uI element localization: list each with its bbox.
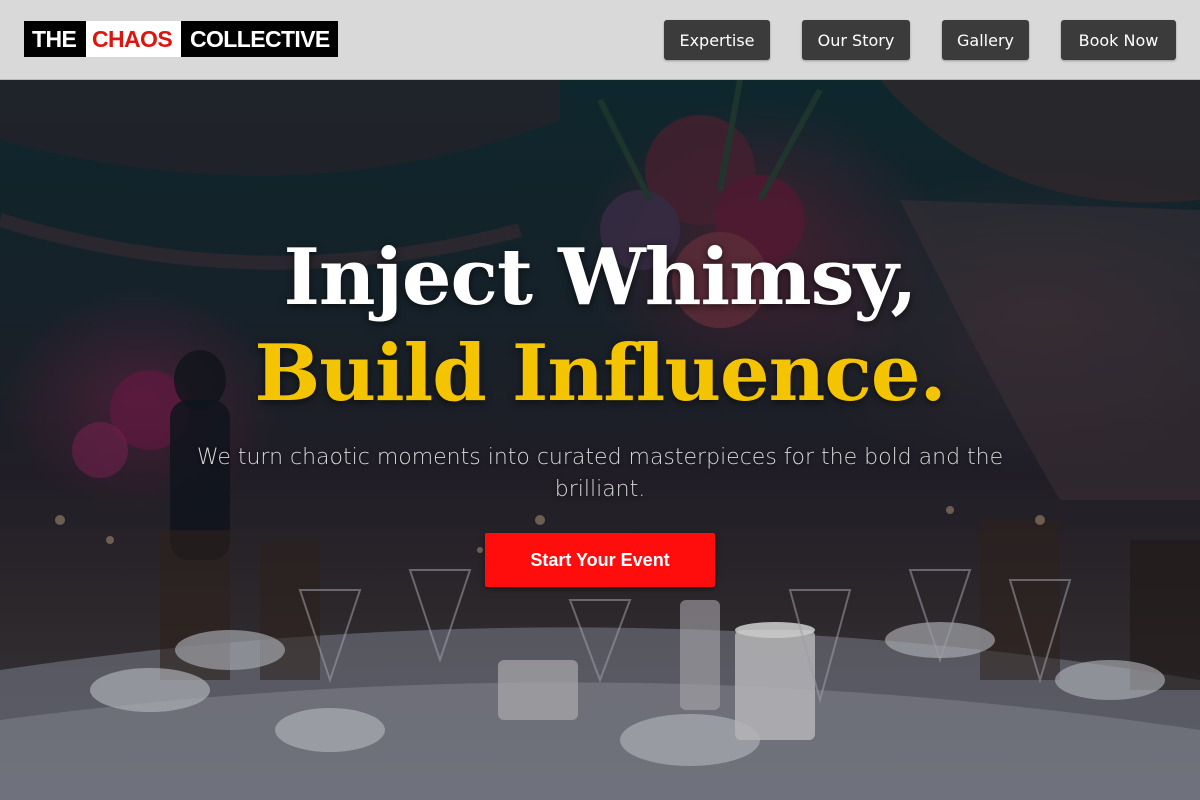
nav-expertise-button[interactable]: Expertise: [664, 20, 770, 60]
start-your-event-button[interactable]: Start Your Event: [485, 533, 715, 587]
nav-our-story-button[interactable]: Our Story: [802, 20, 910, 60]
nav-book-now-button[interactable]: Book Now: [1061, 20, 1176, 60]
hero-subtitle: We turn chaotic moments into curated mas…: [196, 445, 1004, 502]
site-header: THE CHAOS COLLECTIVE Expertise Our Story…: [0, 0, 1200, 80]
hero-content: Inject Whimsy, Build Influence. We turn …: [0, 80, 1200, 800]
logo-word-collective: COLLECTIVE: [181, 21, 338, 57]
hero-headline-line1: Inject Whimsy,: [283, 232, 917, 323]
hero-headline-line2: Build Influence.: [254, 328, 946, 419]
nav-gallery-button[interactable]: Gallery: [942, 20, 1029, 60]
brand-logo[interactable]: THE CHAOS COLLECTIVE: [24, 21, 338, 57]
logo-word-the: THE: [24, 21, 86, 57]
logo-word-chaos: CHAOS: [86, 21, 181, 57]
